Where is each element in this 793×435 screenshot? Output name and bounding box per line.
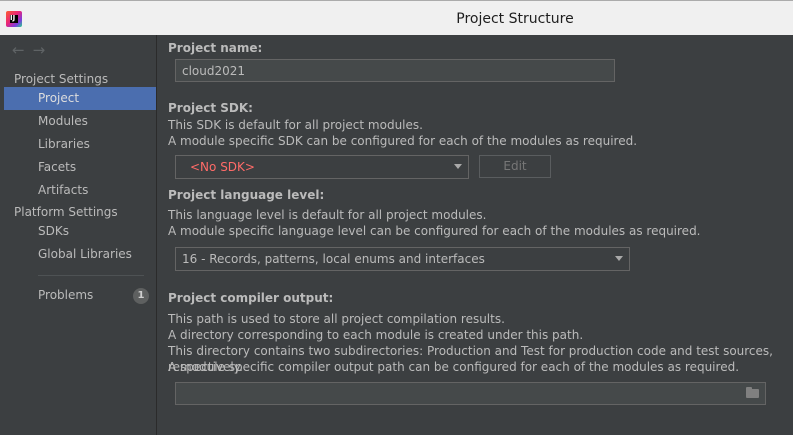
section-project-settings: Project Settings [14,72,109,86]
sidebar-item-modules[interactable]: Modules [4,110,156,133]
sidebar-item-sdks[interactable]: SDKs [4,220,156,243]
project-name-label: Project name: [168,41,263,55]
language-description-2: A module specific language level can be … [168,224,701,238]
compiler-output-field[interactable] [175,382,766,405]
sidebar-item-artifacts[interactable]: Artifacts [4,179,156,202]
sidebar-item-facets[interactable]: Facets [4,156,156,179]
chevron-down-icon [454,164,462,169]
output-description-2: A directory corresponding to each module… [168,328,584,342]
section-platform-settings: Platform Settings [14,205,118,219]
project-name-input[interactable] [175,59,615,82]
problems-count-badge: 1 [133,288,149,304]
language-level-dropdown[interactable]: 16 - Records, patterns, local enums and … [175,247,630,271]
title-bar: IJ Project Structure [0,0,793,35]
compiler-output-label: Project compiler output: [168,291,334,305]
sidebar: ←→ Project Settings Project Modules Libr… [0,35,157,435]
sdk-dropdown[interactable]: <No SDK> [175,155,469,179]
sdk-dropdown-value: <No SDK> [190,160,255,174]
folder-icon[interactable] [746,387,759,398]
sdk-description-2: A module specific SDK can be configured … [168,134,638,148]
language-level-label: Project language level: [168,188,325,202]
sidebar-divider [38,275,144,276]
sidebar-item-libraries[interactable]: Libraries [4,133,156,156]
sdk-description-1: This SDK is default for all project modu… [168,118,423,132]
sidebar-item-project[interactable]: Project [4,87,156,110]
chevron-down-icon [615,256,623,261]
navigation-arrows: ←→ [12,41,53,59]
sidebar-item-global-libraries[interactable]: Global Libraries [4,243,156,266]
project-sdk-label: Project SDK: [168,101,253,115]
sdk-edit-button[interactable]: Edit [479,155,551,178]
project-settings-panel: Project name: Project SDK: This SDK is d… [157,35,793,435]
language-level-value: 16 - Records, patterns, local enums and … [182,252,485,266]
back-arrow-icon[interactable]: ← [12,41,33,59]
forward-arrow-icon[interactable]: → [33,41,54,59]
output-description-1: This path is used to store all project c… [168,312,505,326]
language-description-1: This language level is default for all p… [168,208,487,222]
window-title: Project Structure [456,11,574,27]
output-description-4: A module specific compiler output path c… [168,360,740,374]
